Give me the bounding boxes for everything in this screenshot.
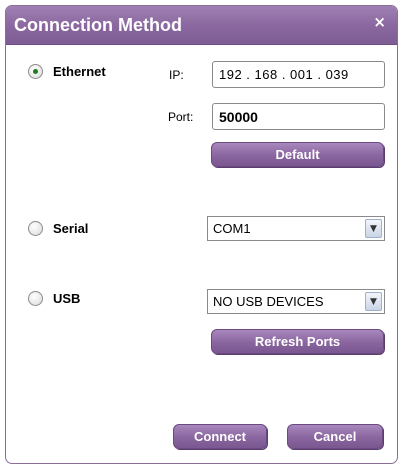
serial-radio[interactable]: Serial xyxy=(28,221,88,236)
usb-device-value: NO USB DEVICES xyxy=(213,294,324,309)
chevron-down-icon[interactable]: ▼ xyxy=(365,219,382,238)
ip-label: IP: xyxy=(169,68,184,82)
cancel-button[interactable]: Cancel xyxy=(287,424,383,449)
usb-device-select[interactable]: NO USB DEVICES ▼ xyxy=(207,289,385,314)
default-button[interactable]: Default xyxy=(211,142,384,167)
connection-method-dialog: Connection Method × Ethernet IP: 192 . 1… xyxy=(5,5,398,464)
port-label: Port: xyxy=(168,110,194,124)
serial-label: Serial xyxy=(53,221,89,236)
ip-address-field[interactable]: 192 . 168 . 001 . 039 xyxy=(212,61,385,88)
ethernet-radio[interactable]: Ethernet xyxy=(28,64,106,79)
usb-radio[interactable]: USB xyxy=(28,291,80,306)
chevron-down-icon[interactable]: ▼ xyxy=(365,292,382,311)
serial-port-select[interactable]: COM1 ▼ xyxy=(207,216,385,241)
title-bar: Connection Method × xyxy=(6,6,397,45)
port-field[interactable]: 50000 xyxy=(212,103,385,130)
refresh-ports-button[interactable]: Refresh Ports xyxy=(211,329,384,354)
radio-unselected-icon xyxy=(28,221,43,236)
serial-port-value: COM1 xyxy=(213,221,251,236)
close-icon[interactable]: × xyxy=(373,13,386,31)
usb-label: USB xyxy=(53,291,81,306)
dialog-title: Connection Method xyxy=(14,15,182,35)
radio-unselected-icon xyxy=(28,291,43,306)
ethernet-label: Ethernet xyxy=(53,64,106,79)
connect-button[interactable]: Connect xyxy=(173,424,267,449)
radio-selected-icon xyxy=(28,64,43,79)
